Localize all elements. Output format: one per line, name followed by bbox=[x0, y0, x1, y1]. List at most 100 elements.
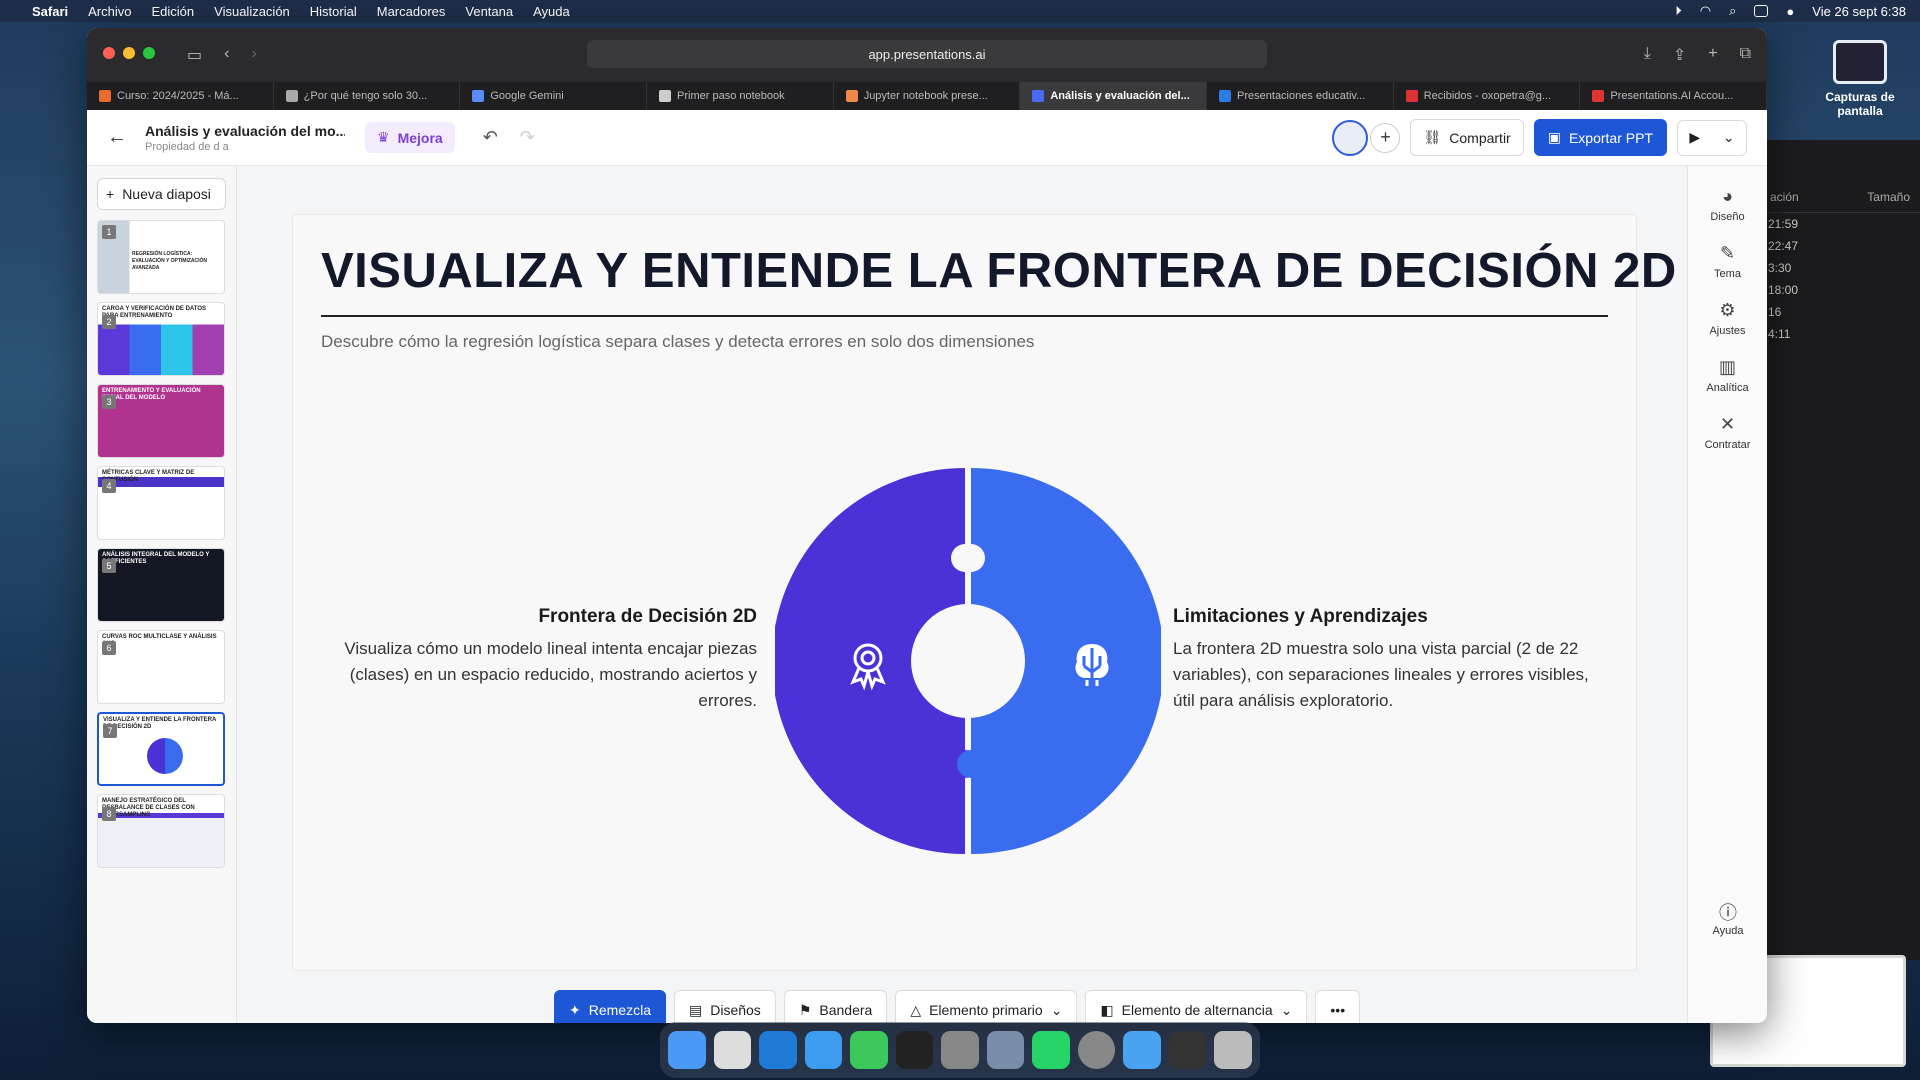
slide-title[interactable]: VISUALIZA Y ENTIENDE LA FRONTERA DE DECI… bbox=[321, 243, 1677, 299]
vscode-dock-icon[interactable] bbox=[759, 1031, 797, 1069]
left-text-block[interactable]: Frontera de Decisión 2D Visualiza cómo u… bbox=[321, 606, 757, 714]
share-icon[interactable]: ⇪ bbox=[1673, 45, 1686, 65]
terminal-dock-icon[interactable] bbox=[895, 1031, 934, 1069]
search-icon[interactable]: ⌕ bbox=[1729, 3, 1736, 19]
primary-element-dropdown[interactable]: △ Elemento primario ⌄ bbox=[895, 990, 1078, 1023]
browser-tab[interactable]: Recibidos - oxopetra@g... bbox=[1394, 82, 1581, 110]
trash-dock-icon[interactable] bbox=[1214, 1031, 1252, 1069]
right-heading[interactable]: Limitaciones y Aprendizajes bbox=[1173, 606, 1609, 628]
activity-dock-icon[interactable] bbox=[1168, 1031, 1207, 1069]
export-ppt-button[interactable]: ▣ Exportar PPT bbox=[1533, 119, 1667, 156]
undo-icon[interactable]: ↶ bbox=[483, 127, 498, 148]
browser-tab[interactable]: Google Gemini bbox=[460, 82, 648, 110]
flag-button[interactable]: ⚑ Bandera bbox=[783, 990, 888, 1023]
document-title[interactable]: Análisis y evaluación del mo... bbox=[145, 123, 345, 139]
designs-button[interactable]: ▤ Diseños bbox=[673, 990, 776, 1023]
settings-panel-button[interactable]: ⚙ Ajustes bbox=[1688, 300, 1767, 337]
right-text-block[interactable]: Limitaciones y Aprendizajes La frontera … bbox=[1173, 606, 1609, 714]
finder-row[interactable]: 18:00 bbox=[1760, 279, 1920, 301]
menu-item-historial[interactable]: Historial bbox=[310, 4, 357, 19]
design-panel-button[interactable]: ◕ Diseño bbox=[1688, 186, 1767, 223]
finder-row[interactable]: 4:11 bbox=[1760, 323, 1920, 345]
browser-tab[interactable]: Presentations.AI Accou... bbox=[1580, 82, 1767, 110]
slide-thumbnail-1[interactable]: REGRESIÓN LOGÍSTICA: EVALUACIÓN Y OPTIMI… bbox=[97, 220, 225, 294]
launchpad-dock-icon[interactable] bbox=[713, 1031, 752, 1069]
finder-dock-icon[interactable] bbox=[668, 1031, 706, 1069]
slide-thumbnail-7-selected[interactable]: VISUALIZA Y ENTIENDE LA FRONTERA DE DECI… bbox=[97, 712, 225, 786]
zoom-window-button[interactable] bbox=[143, 47, 155, 59]
wifi-icon[interactable]: ◠ bbox=[1700, 3, 1711, 19]
address-bar[interactable]: app.presentations.ai bbox=[587, 40, 1267, 68]
menu-item-archivo[interactable]: Archivo bbox=[88, 4, 131, 19]
menu-item-marcadores[interactable]: Marcadores bbox=[377, 4, 446, 19]
slide-subtitle[interactable]: Descubre cómo la regresión logística sep… bbox=[321, 332, 1034, 352]
browser-tab[interactable]: Primer paso notebook bbox=[647, 82, 834, 110]
safari-dock-icon[interactable] bbox=[804, 1031, 843, 1069]
slide-canvas[interactable]: VISUALIZA Y ENTIENDE LA FRONTERA DE DECI… bbox=[292, 214, 1676, 971]
whatsapp-dock-icon[interactable] bbox=[1032, 1031, 1070, 1069]
desktop-folder-screenshots[interactable]: Capturas de pantalla bbox=[1810, 40, 1910, 118]
tab-overview-icon[interactable]: ⧉ bbox=[1740, 45, 1751, 65]
share-button[interactable]: ⛓ Compartir bbox=[1410, 119, 1524, 156]
menu-item-visualizacion[interactable]: Visualización bbox=[214, 4, 290, 19]
tex-dock-icon[interactable] bbox=[1077, 1031, 1116, 1069]
slide-thumbnail-6[interactable]: CURVAS ROC MULTICLASE Y ANÁLISIS AUC6 bbox=[97, 630, 225, 704]
play-status-icon[interactable]: ⏵ bbox=[1675, 3, 1682, 19]
slide-thumbnail-5[interactable]: ANÁLISIS INTEGRAL DEL MODELO Y COEFICIEN… bbox=[97, 548, 225, 622]
browser-tab[interactable]: Presentaciones educativ... bbox=[1207, 82, 1394, 110]
analytics-panel-button[interactable]: ▥ Analítica bbox=[1688, 357, 1767, 394]
finder-row[interactable]: 16 bbox=[1760, 301, 1920, 323]
theme-panel-button[interactable]: ✎ Tema bbox=[1688, 243, 1767, 280]
preview-dock-icon[interactable] bbox=[986, 1031, 1025, 1069]
back-nav-icon[interactable]: ‹ bbox=[224, 45, 229, 65]
finder-column-size[interactable]: Tamaño bbox=[1867, 190, 1910, 204]
downloads-dock-icon[interactable] bbox=[1123, 1031, 1161, 1069]
remix-button[interactable]: ✦ Remezcla bbox=[554, 990, 666, 1023]
avatar[interactable] bbox=[1332, 119, 1369, 156]
hire-panel-button[interactable]: ✕ Contratar bbox=[1688, 414, 1767, 451]
control-center-icon[interactable] bbox=[1754, 5, 1769, 17]
finder-row[interactable]: 21:59 bbox=[1760, 213, 1920, 235]
slide-thumbnail-8[interactable]: MANEJO ESTRATÉGICO DEL DESBALANCE DE CLA… bbox=[97, 794, 225, 868]
menu-item-edicion[interactable]: Edición bbox=[152, 4, 195, 19]
system-settings-dock-icon[interactable] bbox=[941, 1031, 979, 1069]
sidebar-toggle-icon[interactable]: ▭ bbox=[187, 45, 202, 65]
browser-tab[interactable]: ¿Por qué tengo solo 30... bbox=[274, 82, 461, 110]
thumbnail-caption: CARGA Y VERIFICACIÓN DE DATOS PARA ENTRE… bbox=[102, 306, 207, 319]
finder-row[interactable]: 22:47 bbox=[1760, 235, 1920, 257]
redo-icon[interactable]: ↷ bbox=[520, 127, 535, 148]
menu-item-ventana[interactable]: Ventana bbox=[465, 4, 513, 19]
more-options-button[interactable]: ••• bbox=[1315, 990, 1361, 1023]
left-body[interactable]: Visualiza cómo un modelo lineal intenta … bbox=[321, 636, 757, 714]
finder-row[interactable]: 3:30 bbox=[1760, 257, 1920, 279]
browser-tab-active[interactable]: Análisis y evaluación del... bbox=[1020, 82, 1208, 110]
download-icon[interactable]: ⤓ bbox=[1644, 45, 1651, 65]
slide-thumbnail-3[interactable]: ENTRENAMIENTO Y EVALUACIÓN INICIAL DEL M… bbox=[97, 384, 225, 458]
menu-app-name[interactable]: Safari bbox=[32, 4, 68, 19]
forward-nav-icon[interactable]: › bbox=[251, 45, 256, 65]
help-label: Ayuda bbox=[1712, 925, 1744, 937]
left-heading[interactable]: Frontera de Decisión 2D bbox=[321, 606, 757, 628]
new-tab-icon[interactable]: + bbox=[1708, 45, 1717, 65]
minimize-window-button[interactable] bbox=[123, 47, 135, 59]
new-slide-button[interactable]: + Nueva diaposi bbox=[97, 178, 226, 210]
add-collaborator-button[interactable]: + bbox=[1370, 122, 1401, 153]
close-window-button[interactable] bbox=[103, 47, 115, 59]
slide-thumbnail-4[interactable]: MÉTRICAS CLAVE Y MATRIZ DE CONFUSIÓN 4 bbox=[97, 466, 225, 540]
chevron-down-icon[interactable]: ⌄ bbox=[1723, 129, 1735, 146]
browser-tab[interactable]: Curso: 2024/2025 - Má... bbox=[87, 82, 274, 110]
help-button[interactable]: ⓘ Ayuda bbox=[1688, 899, 1767, 937]
browser-tab[interactable]: Jupyter notebook prese... bbox=[834, 82, 1021, 110]
puzzle-circle-diagram[interactable] bbox=[775, 468, 1161, 854]
finder-column-date[interactable]: ación bbox=[1770, 190, 1799, 204]
menu-item-ayuda[interactable]: Ayuda bbox=[533, 4, 570, 19]
upgrade-button[interactable]: ♛ Mejora bbox=[365, 122, 455, 153]
slide-thumbnail-2[interactable]: CARGA Y VERIFICACIÓN DE DATOS PARA ENTRE… bbox=[97, 302, 225, 376]
right-body[interactable]: La frontera 2D muestra solo una vista pa… bbox=[1173, 636, 1609, 714]
siri-icon[interactable]: ● bbox=[1786, 4, 1794, 19]
facetime-dock-icon[interactable] bbox=[850, 1031, 888, 1069]
menu-clock[interactable]: Vie 26 sept 6:38 bbox=[1812, 4, 1906, 19]
alternate-element-dropdown[interactable]: ◧ Elemento de alternancia ⌄ bbox=[1085, 990, 1308, 1023]
back-arrow-icon[interactable]: ← bbox=[107, 126, 137, 149]
present-button[interactable]: ▶ ⌄ bbox=[1677, 119, 1747, 156]
